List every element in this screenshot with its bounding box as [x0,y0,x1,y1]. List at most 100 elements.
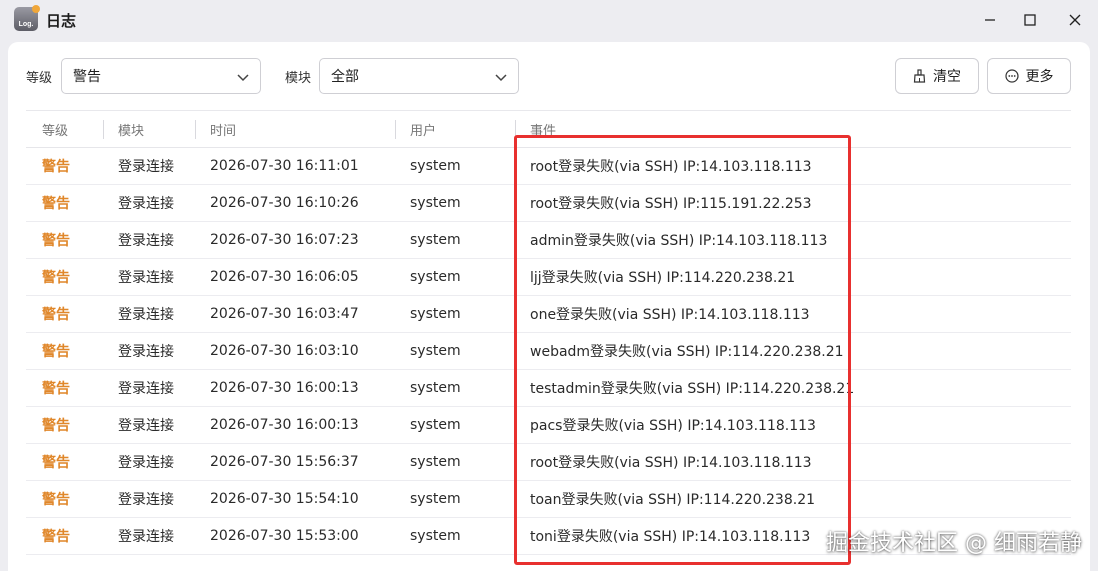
column-header-event[interactable]: 事件 [530,111,556,148]
cell-level: 警告 [42,455,70,471]
cell-event: root登录失败(via SSH) IP:14.103.118.113 [530,455,812,471]
cell-time: 2026-07-30 16:03:10 [210,343,359,359]
module-select-value: 全部 [331,69,359,85]
watermark: 掘金技术社区 @ 细雨若静 [826,531,1082,556]
more-button-label: 更多 [1025,69,1054,85]
cell-level: 警告 [42,529,70,545]
cell-event: root登录失败(via SSH) IP:115.191.22.253 [530,196,812,212]
cell-module: 登录连接 [118,344,174,360]
more-icon [1004,69,1019,83]
maximize-icon [1024,14,1036,26]
column-header-time[interactable]: 时间 [210,111,236,148]
cell-event: toan登录失败(via SSH) IP:114.220.238.21 [530,492,816,508]
log-window: Log. 日志 等级 警告 模块 全部 清空 更多 等级 模块 时间 用户 事件… [0,0,1098,571]
cell-event: admin登录失败(via SSH) IP:14.103.118.113 [530,233,828,249]
column-header-user[interactable]: 用户 [410,111,436,148]
table-row[interactable]: 警告 登录连接 2026-07-30 15:54:10 system toan登录失败(… [26,481,1071,518]
more-button[interactable]: 更多 [987,58,1071,94]
cell-user: system [410,417,461,433]
column-divider[interactable] [515,120,516,139]
table-row[interactable]: 警告 登录连接 2026-07-30 16:03:47 system one登录失败(v… [26,296,1071,333]
table-row[interactable]: 警告 登录连接 2026-07-30 16:03:10 system webadm登录失… [26,333,1071,370]
minimize-button[interactable] [976,6,1004,34]
table-row[interactable]: 警告 登录连接 2026-07-30 16:10:26 system root登录失败(… [26,185,1071,222]
cell-time: 2026-07-30 16:06:05 [210,269,359,285]
cell-module: 登录连接 [118,307,174,323]
clear-button[interactable]: 清空 [895,58,979,94]
table-header: 等级 模块 时间 用户 事件 [26,110,1071,148]
table-row[interactable]: 警告 登录连接 2026-07-30 16:00:13 system pacs登录失败(… [26,407,1071,444]
module-filter-label: 模块 [285,71,312,86]
cell-level: 警告 [42,418,70,434]
cell-event: ljj登录失败(via SSH) IP:114.220.238.21 [530,270,796,286]
cell-module: 登录连接 [118,196,174,212]
table-body: 警告 登录连接 2026-07-30 16:11:01 system root登录失败(… [26,148,1071,555]
level-filter-label: 等级 [26,71,53,86]
cell-time: 2026-07-30 15:56:37 [210,454,359,470]
chevron-down-icon [495,74,507,82]
cell-time: 2026-07-30 16:11:01 [210,158,359,174]
close-button[interactable] [1061,6,1089,34]
cell-user: system [410,343,461,359]
cell-module: 登录连接 [118,270,174,286]
cell-user: system [410,195,461,211]
cell-time: 2026-07-30 15:54:10 [210,491,359,507]
column-header-level[interactable]: 等级 [42,111,68,148]
table-row[interactable]: 警告 登录连接 2026-07-30 16:00:13 system testadmin… [26,370,1071,407]
cell-module: 登录连接 [118,492,174,508]
cell-user: system [410,269,461,285]
cell-level: 警告 [42,196,70,212]
cell-level: 警告 [42,159,70,175]
broom-icon [913,69,926,83]
level-select[interactable]: 警告 [61,58,261,94]
title-bar: Log. 日志 [0,0,1098,40]
cell-user: system [410,454,461,470]
cell-module: 登录连接 [118,418,174,434]
cell-time: 2026-07-30 15:53:00 [210,528,359,544]
cell-module: 登录连接 [118,159,174,175]
cell-time: 2026-07-30 16:10:26 [210,195,359,211]
minimize-icon [985,19,995,21]
cell-time: 2026-07-30 16:00:13 [210,380,359,396]
cell-user: system [410,528,461,544]
cell-event: root登录失败(via SSH) IP:14.103.118.113 [530,159,812,175]
table-row[interactable]: 警告 登录连接 2026-07-30 16:06:05 system ljj登录失败(v… [26,259,1071,296]
cell-time: 2026-07-30 16:07:23 [210,232,359,248]
table-row[interactable]: 警告 登录连接 2026-07-30 16:07:23 system admin登录失败… [26,222,1071,259]
cell-event: toni登录失败(via SSH) IP:14.103.118.113 [530,529,811,545]
column-header-module[interactable]: 模块 [118,111,144,148]
cell-module: 登录连接 [118,381,174,397]
cell-module: 登录连接 [118,455,174,471]
table-row[interactable]: 警告 登录连接 2026-07-30 16:11:01 system root登录失败(… [26,148,1071,185]
cell-event: pacs登录失败(via SSH) IP:14.103.118.113 [530,418,816,434]
cell-event: testadmin登录失败(via SSH) IP:114.220.238.21 [530,381,855,397]
icon-badge-dot [32,5,40,13]
module-select[interactable]: 全部 [319,58,519,94]
cell-user: system [410,232,461,248]
window-title: 日志 [46,12,77,30]
chevron-down-icon [237,74,249,82]
cell-level: 警告 [42,344,70,360]
cell-level: 警告 [42,381,70,397]
column-divider[interactable] [395,120,396,139]
maximize-button[interactable] [1016,6,1044,34]
close-icon [1069,14,1081,26]
cell-user: system [410,158,461,174]
cell-user: system [410,306,461,322]
column-divider[interactable] [195,120,196,139]
cell-level: 警告 [42,233,70,249]
cell-user: system [410,380,461,396]
cell-event: webadm登录失败(via SSH) IP:114.220.238.21 [530,344,844,360]
column-divider[interactable] [103,120,104,139]
cell-level: 警告 [42,307,70,323]
table-row[interactable]: 警告 登录连接 2026-07-30 15:56:37 system root登录失败(… [26,444,1071,481]
cell-level: 警告 [42,270,70,286]
log-app-icon: Log. [14,5,40,31]
level-select-value: 警告 [73,69,101,85]
cell-time: 2026-07-30 16:00:13 [210,417,359,433]
cell-module: 登录连接 [118,529,174,545]
log-panel: 等级 警告 模块 全部 清空 更多 等级 模块 时间 用户 事件 警告 登录连接… [8,42,1090,571]
cell-level: 警告 [42,492,70,508]
cell-time: 2026-07-30 16:03:47 [210,306,359,322]
log-table: 等级 模块 时间 用户 事件 警告 登录连接 2026-07-30 16:11:01… [26,110,1071,555]
